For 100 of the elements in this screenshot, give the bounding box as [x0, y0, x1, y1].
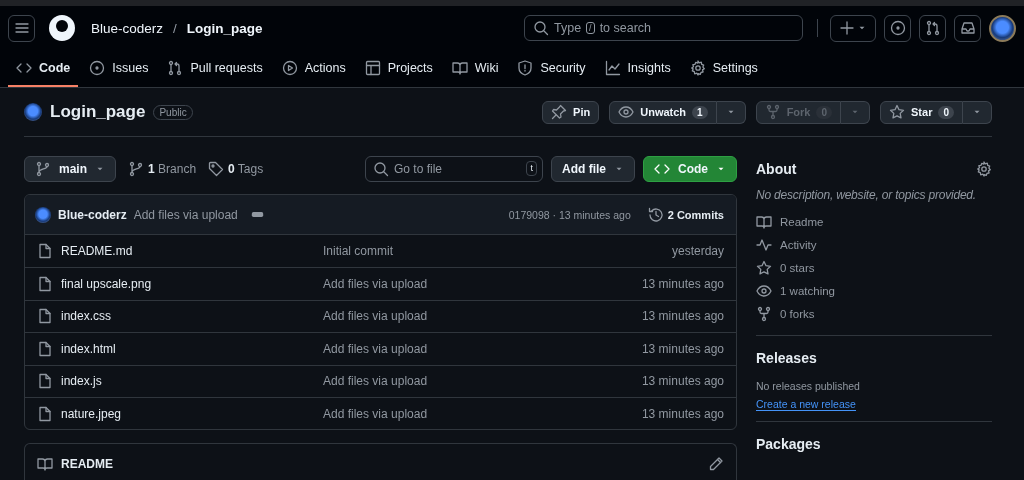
repo-title: Login_page — [50, 102, 146, 122]
sidebar-link[interactable]: Activity — [756, 233, 992, 256]
settings-button[interactable] — [976, 160, 992, 177]
file-icon — [37, 405, 53, 422]
releases-note: No releases published — [756, 380, 861, 392]
file-time: 13 minutes ago — [641, 406, 724, 421]
nav-tab[interactable]: Insights — [596, 50, 679, 87]
file-link[interactable]: index.js — [61, 374, 102, 389]
commits-link[interactable]: 2 Commits — [647, 206, 724, 223]
add-file-button[interactable]: Add file — [551, 155, 635, 182]
pull-request-icon — [167, 59, 184, 76]
commit-link[interactable]: Add files via upload — [323, 341, 642, 356]
counter: 1 — [692, 105, 708, 119]
commit-info: 0179098 · 13 minutes ago — [508, 208, 631, 221]
file-link[interactable]: index.css — [61, 309, 112, 324]
sidebar-link[interactable]: 0 stars — [756, 256, 992, 279]
about-title: About — [756, 160, 797, 177]
tags-link[interactable]: 0 Tags — [208, 160, 264, 177]
commit-link[interactable]: Add files via upload — [323, 374, 642, 389]
author-link[interactable]: Blue-coderz — [58, 207, 127, 222]
file-icon — [37, 276, 53, 293]
gear-icon — [976, 160, 992, 177]
commit-link[interactable]: Add files via upload — [323, 406, 642, 421]
sidebar-link[interactable]: 1 watching — [756, 279, 992, 302]
logo-icon — [49, 15, 75, 41]
gear-icon — [689, 59, 706, 76]
file-time: yesterday — [671, 244, 724, 259]
table-icon — [364, 59, 381, 76]
branch-button[interactable]: main — [24, 155, 116, 182]
star-icon — [889, 104, 906, 120]
file-link[interactable]: final upscale.png — [61, 277, 152, 292]
play-icon — [281, 59, 298, 76]
search-hint: to search — [599, 21, 652, 35]
action-button[interactable]: Pin — [542, 100, 600, 124]
plus-icon — [839, 20, 855, 36]
file-link[interactable]: README.md — [61, 244, 133, 259]
menu-button[interactable] — [8, 14, 35, 42]
nav-tab[interactable]: Code — [8, 50, 79, 87]
create-release-link[interactable]: Create a new release — [756, 398, 856, 411]
inbox-icon — [959, 20, 976, 36]
nav-tab[interactable]: Pull requests — [159, 50, 271, 87]
pin-icon — [551, 104, 568, 120]
commit-link[interactable]: Add files via upload — [323, 277, 642, 292]
eye-icon — [618, 104, 635, 120]
branches-link[interactable]: 1 Branch — [128, 160, 197, 177]
nav-tab[interactable]: Actions — [273, 50, 354, 87]
packages-title: Packages — [756, 436, 822, 452]
sidebar-link[interactable]: 0 forks — [756, 302, 992, 325]
code-button[interactable]: Code — [643, 155, 737, 182]
avatar — [989, 14, 1016, 42]
action-button[interactable]: Star 0 — [880, 100, 963, 124]
shortcut-key: / — [586, 22, 595, 34]
commit-link[interactable]: Initial commit — [323, 244, 672, 259]
nav-tab[interactable]: Projects — [356, 50, 441, 87]
avatar — [24, 103, 42, 121]
sidebar-link[interactable]: Readme — [756, 210, 992, 233]
file-link[interactable]: nature.jpeg — [61, 406, 122, 421]
inbox-button[interactable] — [954, 14, 981, 42]
counter: 0 — [938, 105, 954, 119]
menu-icon — [13, 20, 30, 36]
issue-icon — [889, 20, 906, 36]
search-hint: Type — [554, 21, 582, 35]
search-field[interactable]: Type / to search — [524, 15, 803, 41]
star-icon — [756, 259, 772, 276]
file-time: 13 minutes ago — [641, 309, 724, 324]
file-icon — [37, 308, 53, 325]
search-icon — [533, 20, 549, 36]
file-time: 13 minutes ago — [641, 277, 724, 292]
book-icon — [37, 455, 53, 472]
nav-tab[interactable]: Settings — [681, 50, 766, 87]
file-icon — [37, 340, 53, 357]
file-time: 13 minutes ago — [641, 341, 724, 356]
repo-link[interactable]: Login_page — [186, 20, 263, 36]
edit-button[interactable] — [708, 455, 724, 472]
pull-request-icon — [924, 20, 941, 36]
releases-title: Releases — [756, 350, 818, 366]
pencil-icon — [708, 455, 724, 472]
issue-icon — [89, 59, 106, 76]
commit-message[interactable]: Add files via upload — [133, 207, 238, 222]
commit-link[interactable]: Add files via upload — [323, 309, 642, 324]
avatar — [35, 206, 51, 223]
nav-tab[interactable]: Issues — [81, 50, 157, 87]
history-icon — [647, 206, 664, 223]
readme-title: README — [61, 456, 113, 471]
create-button[interactable] — [830, 14, 876, 42]
nav-tab[interactable]: Wiki — [443, 50, 507, 87]
file-icon — [37, 373, 53, 390]
issues-button[interactable] — [884, 14, 911, 42]
nav-tab[interactable]: Security — [509, 50, 594, 87]
shield-icon — [517, 59, 534, 76]
owner-link[interactable]: Blue-coderz — [91, 20, 164, 36]
book-icon — [756, 213, 772, 230]
action-button[interactable]: Unwatch 1 — [609, 100, 717, 124]
pull-requests-button[interactable] — [919, 14, 946, 42]
tag-icon — [208, 160, 225, 177]
file-icon — [37, 243, 53, 260]
file-time: 13 minutes ago — [641, 374, 724, 389]
breadcrumb-separator: / — [173, 20, 177, 36]
shortcut-key: t — [526, 160, 537, 176]
file-link[interactable]: index.html — [61, 341, 116, 356]
